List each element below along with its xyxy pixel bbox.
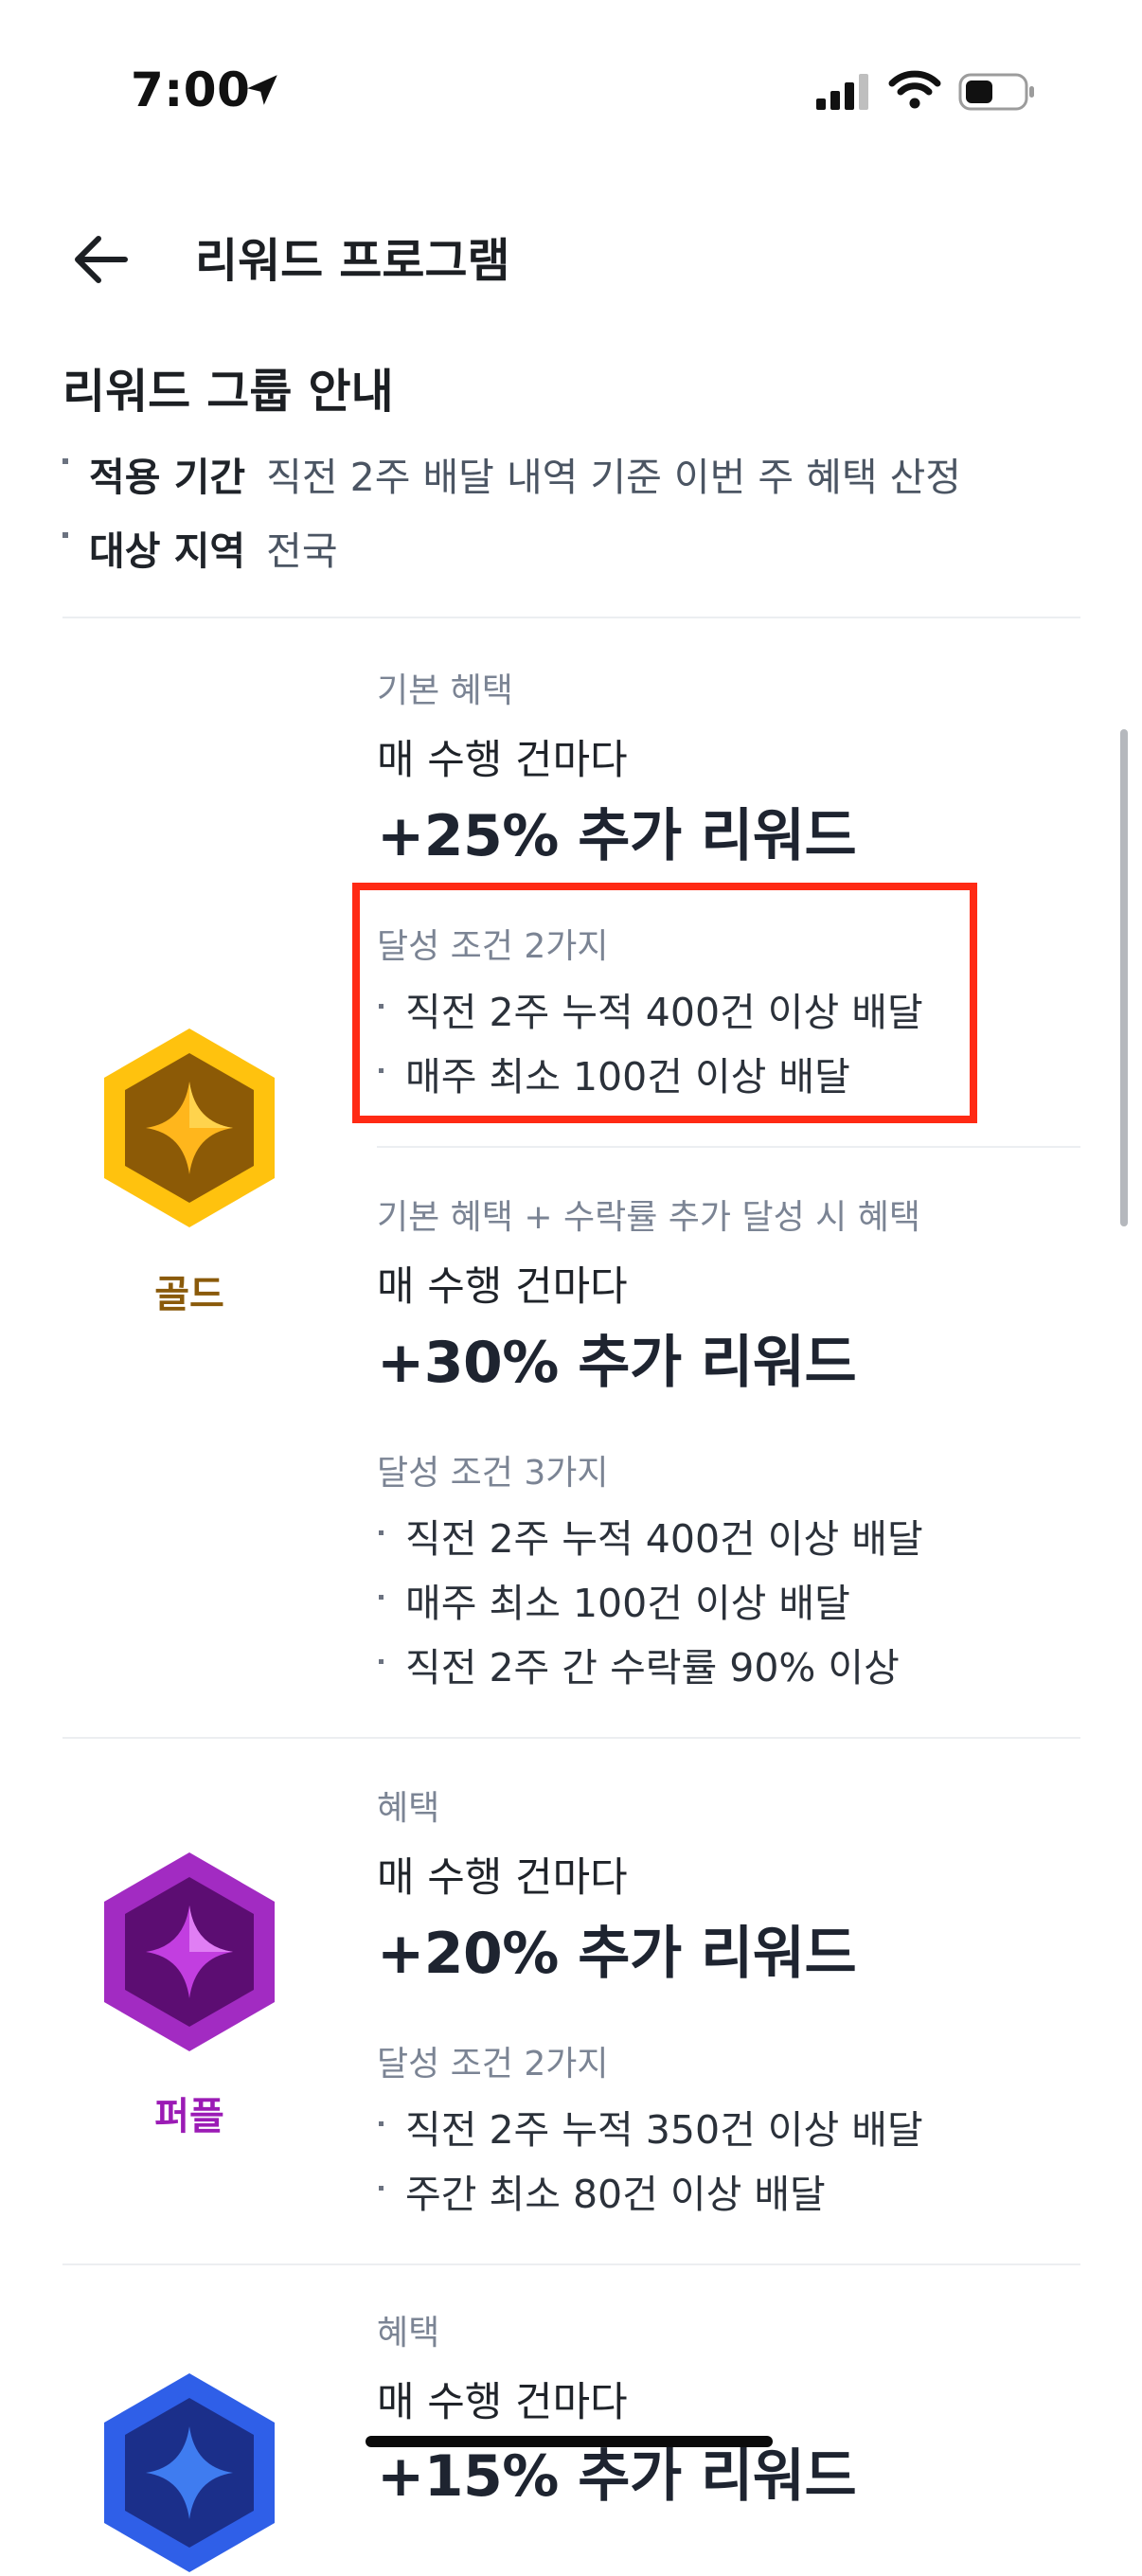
bullet xyxy=(379,2186,384,2191)
intro-label: 적용 기간 xyxy=(89,455,246,500)
location-arrow-icon xyxy=(247,75,277,105)
reward-amount: +25% 추가 리워드 xyxy=(377,803,857,869)
condition-title: 달성 조건 2가지 xyxy=(377,2045,609,2084)
home-indicator[interactable] xyxy=(366,2436,773,2447)
reward-amount: +20% 추가 리워드 xyxy=(377,1921,857,1987)
divider xyxy=(62,1737,1080,1739)
page-title: 리워드 프로그램 xyxy=(195,234,510,288)
condition-item: 주간 최소 80건 이상 배달 xyxy=(405,2172,826,2217)
battery-icon xyxy=(958,73,1034,111)
scrollbar[interactable] xyxy=(1120,729,1128,1226)
condition-item: 직전 2주 누적 400건 이상 배달 xyxy=(405,1516,923,1562)
bullet xyxy=(379,1595,384,1600)
cellular-signal-icon xyxy=(816,74,868,110)
divider xyxy=(62,2263,1080,2265)
section-title: 리워드 그룹 안내 xyxy=(62,365,394,419)
intro-region-row: 대상 지역 전국 xyxy=(89,519,338,576)
gold-badge-icon xyxy=(104,1029,275,1227)
back-button[interactable] xyxy=(62,225,138,294)
wifi-icon xyxy=(888,70,941,109)
divider xyxy=(62,617,1080,618)
bullet xyxy=(379,1659,384,1664)
benefit-label: 혜택 xyxy=(377,2314,440,2352)
highlight-box xyxy=(352,883,977,1123)
reward-amount: +30% 추가 리워드 xyxy=(377,1330,857,1396)
intro-label: 대상 지역 xyxy=(89,528,246,574)
per-task-text: 매 수행 건마다 xyxy=(377,2379,628,2426)
condition-item: 직전 2주 간 수락률 90% 이상 xyxy=(405,1645,900,1690)
intro-period-row: 적용 기간 직전 2주 배달 내역 기준 이번 주 혜택 산정 xyxy=(89,445,961,502)
blue-badge-icon xyxy=(104,2373,275,2572)
condition-item: 매주 최소 100건 이상 배달 xyxy=(405,1581,850,1626)
per-task-text: 매 수행 건마다 xyxy=(377,1854,628,1902)
status-time: 7:00 xyxy=(131,63,251,117)
bullet xyxy=(379,2121,384,2126)
condition-title: 달성 조건 3가지 xyxy=(377,1454,609,1493)
bullet xyxy=(62,458,68,464)
purple-badge-icon xyxy=(104,1852,275,2051)
benefit-label: 기본 혜택 + 수락률 추가 달성 시 혜택 xyxy=(377,1198,920,1237)
per-task-text: 매 수행 건마다 xyxy=(377,737,628,784)
intro-value: 전국 xyxy=(266,528,338,574)
condition-item: 직전 2주 누적 350건 이상 배달 xyxy=(405,2107,923,2153)
intro-value: 직전 2주 배달 내역 기준 이번 주 혜택 산정 xyxy=(266,455,962,500)
arrow-left-icon xyxy=(75,236,128,283)
tier-name-purple: 퍼플 xyxy=(154,2095,224,2138)
benefit-label: 기본 혜택 xyxy=(377,671,513,710)
benefit-label: 혜택 xyxy=(377,1789,440,1828)
tier-name-gold: 골드 xyxy=(154,1273,224,1316)
per-task-text: 매 수행 건마다 xyxy=(377,1263,628,1311)
divider xyxy=(377,1146,1080,1148)
bullet xyxy=(379,1530,384,1535)
bullet xyxy=(62,532,68,538)
